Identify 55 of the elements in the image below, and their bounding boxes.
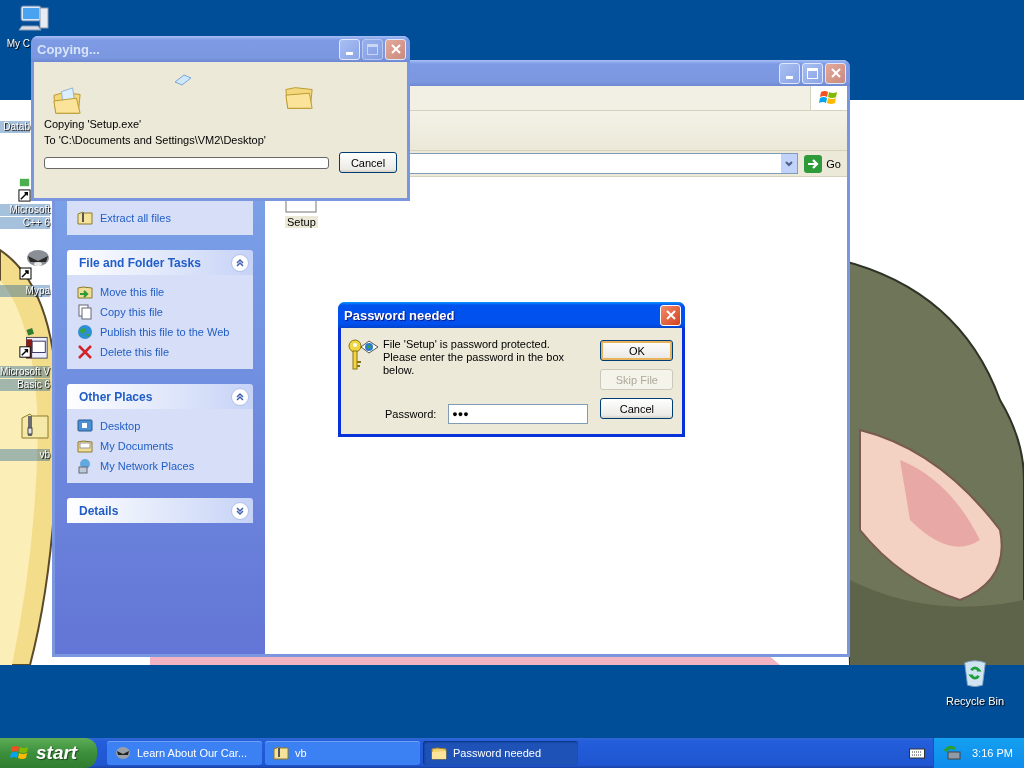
desktop-icon-label: C++ 6	[0, 217, 50, 229]
computer-icon[interactable]	[18, 2, 50, 34]
message-text: File 'Setup' is password protected. Please enter the password in the box below.	[383, 338, 565, 377]
zip-folder-icon	[273, 745, 289, 761]
delete-icon	[77, 344, 93, 360]
expand-icon[interactable]	[231, 501, 249, 520]
start-button[interactable]: start	[0, 738, 97, 768]
globe-icon	[77, 324, 93, 340]
raccoon-icon[interactable]	[18, 248, 50, 280]
zip-folder-icon	[77, 210, 93, 226]
windows-logo-icon	[10, 744, 30, 762]
desktop-icon-label: Basic 6	[0, 379, 50, 391]
pages-icon	[77, 304, 93, 320]
task-link[interactable]: Desktop	[77, 416, 243, 436]
status-text: Copying 'Setup.exe'	[44, 117, 143, 132]
close-icon	[665, 310, 676, 320]
task-link[interactable]: My Documents	[77, 436, 243, 456]
dropdown-button[interactable]	[781, 154, 798, 173]
folder-icon	[52, 86, 82, 116]
task-link[interactable]: Copy this file	[77, 302, 243, 322]
folder-icon	[431, 745, 447, 761]
taskbar-button[interactable]: Learn About Our Car...	[107, 741, 262, 765]
close-icon	[830, 68, 841, 78]
status-text: To 'C:\Documents and Settings\VM2\Desktop'	[44, 133, 267, 148]
folder-icon	[77, 438, 93, 454]
window-title: Password needed	[344, 307, 456, 323]
password-field[interactable]: ●●●	[448, 404, 589, 424]
taskbar-button[interactable]: vb	[265, 741, 420, 765]
desktop-icon-label: Recycle Bin	[946, 695, 1005, 707]
keyboard-icon[interactable]	[909, 747, 925, 759]
taskbar-button[interactable]: Password needed	[423, 741, 578, 765]
desktop-icon-label: Microsoft	[0, 204, 50, 216]
dialog-button[interactable]: Cancel	[600, 398, 674, 419]
caret-icon	[785, 160, 794, 167]
task-link[interactable]: My Network Places	[77, 456, 243, 476]
desktop-icon-label: Datab	[0, 121, 30, 133]
collapse-icon[interactable]	[231, 253, 249, 272]
network-icon	[77, 458, 93, 474]
desktop-icon-label: vb	[0, 449, 50, 461]
desktop-icon	[77, 418, 93, 434]
folder-arrow-icon	[77, 284, 93, 300]
raccoon-icon	[115, 745, 131, 761]
task-link[interactable]: Publish this file to the Web	[77, 322, 243, 342]
key-icon	[347, 338, 379, 372]
field-label: Password:	[385, 408, 437, 420]
task-link[interactable]: Move this file	[77, 282, 243, 302]
window-title: Copying...	[37, 41, 101, 57]
desktop-icon-label: Microsoft V	[0, 366, 50, 378]
dialog-button[interactable]: OK	[600, 340, 674, 361]
clock: 3:16 PM	[972, 747, 1013, 759]
vb-icon[interactable]	[18, 328, 50, 360]
windows-logo-icon	[819, 89, 839, 107]
task-link[interactable]: Delete this file	[77, 342, 243, 362]
close-icon	[390, 44, 401, 54]
collapse-icon[interactable]	[231, 387, 249, 406]
